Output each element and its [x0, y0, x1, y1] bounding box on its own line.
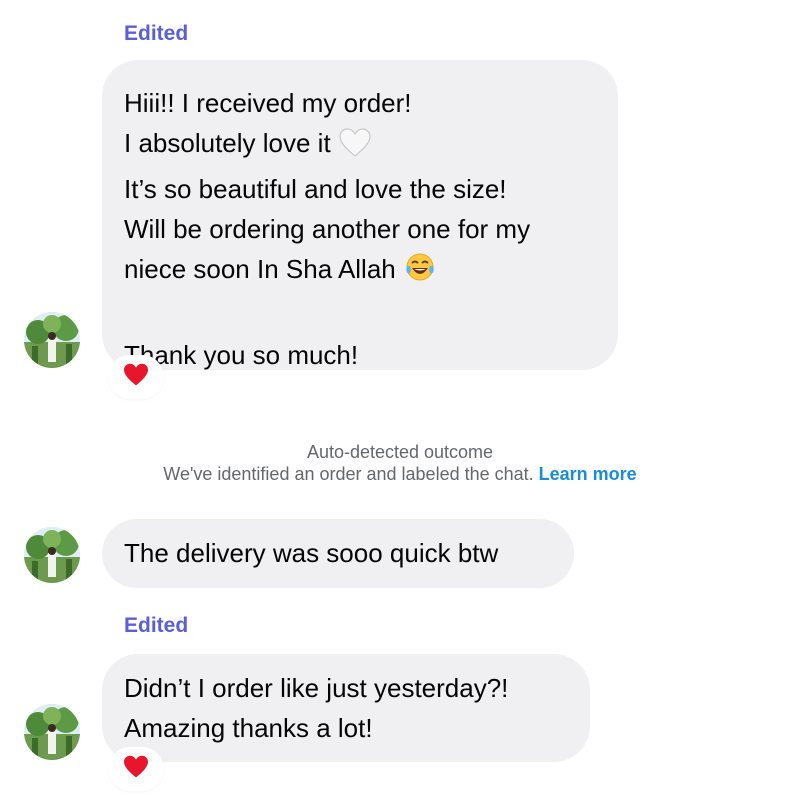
avatar[interactable]	[24, 704, 80, 760]
reaction-badge[interactable]	[110, 357, 162, 397]
message-bubble[interactable]: The delivery was sooo quick btw	[102, 519, 574, 588]
edited-label: Edited	[124, 614, 189, 637]
message-line-with-emoji: I absolutely love it	[124, 123, 596, 169]
system-notice-title: Auto-detected outcome	[306, 442, 494, 462]
red-heart-icon	[123, 363, 149, 392]
message-line-text: I absolutely love it	[124, 128, 331, 158]
message-bubble[interactable]: Hiii!! I received my order! I absolutely…	[102, 60, 618, 370]
message-line: Thank you so much!	[124, 340, 359, 370]
system-notice: We've identified an order and labeled th…	[0, 462, 800, 486]
message-line: Hiii!! I received my order!	[124, 88, 412, 118]
edited-label: Edited	[124, 22, 189, 45]
white-heart-icon	[339, 128, 371, 169]
message-line-text: niece soon In Sha Allah	[124, 254, 396, 284]
message-bubble[interactable]: Didn’t I order like just yesterday?! Ama…	[102, 654, 590, 762]
message-line: The delivery was sooo quick btw	[124, 538, 499, 568]
red-heart-icon	[123, 755, 149, 784]
system-notice-text: We've identified an order and labeled th…	[163, 464, 534, 484]
avatar[interactable]	[24, 527, 80, 583]
avatar[interactable]	[24, 312, 80, 368]
message-line: It’s so beautiful and love the size!	[124, 174, 507, 204]
learn-more-link[interactable]: Learn more	[539, 464, 637, 484]
message-line: Will be ordering another one for my	[124, 214, 531, 244]
tears-of-joy-icon	[404, 252, 436, 295]
reaction-badge[interactable]	[110, 749, 162, 789]
message-line-with-emoji: niece soon In Sha Allah	[124, 249, 596, 295]
message-line: Didn’t I order like just yesterday?!	[124, 673, 509, 703]
message-line: Amazing thanks a lot!	[124, 713, 373, 743]
